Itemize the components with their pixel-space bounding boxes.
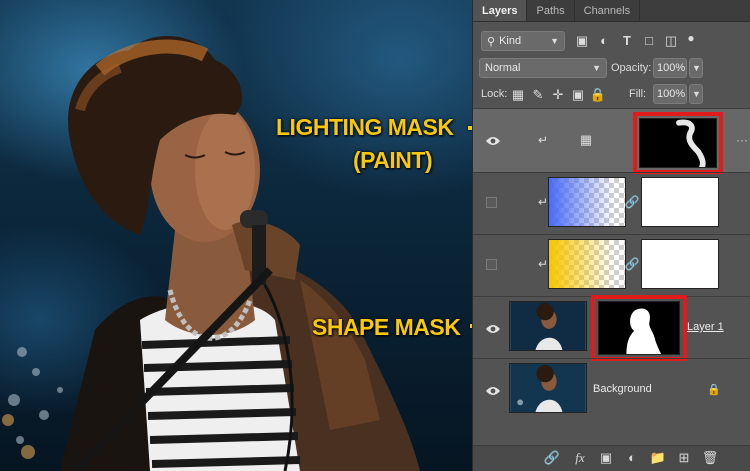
adjustment-layer-icon[interactable]: ◐ [623,450,641,465]
layers-list: ↵ ▦ ··· ↵ 🔗 ↵ 🔗 Layer 1 Background 🔒 [473,108,750,446]
layer-row-lighting-adjustment[interactable]: ↵ ▦ ··· [473,108,750,174]
fx-icon[interactable]: fx [571,450,589,466]
new-layer-icon[interactable]: ⊞ [675,450,693,466]
type-filter-icon[interactable]: T [618,32,636,50]
chevron-down-icon: ▼ [550,36,559,46]
lock-image-icon[interactable]: ✎ [529,86,547,104]
chevron-down-icon: ▼ [692,89,701,99]
layer-name[interactable]: Layer 1 [687,321,724,333]
fill-slider-button[interactable]: ▼ [689,84,703,104]
eye-icon[interactable] [485,135,501,147]
opacity-value: 100% [657,62,686,74]
yellow-gradient-mask-thumbnail[interactable] [641,239,719,289]
blend-mode-value: Normal [485,62,521,74]
chain-link-icon[interactable]: 🔗 [543,450,561,466]
shape-mask-thumbnail[interactable] [598,301,680,355]
search-icon: ⚲ [487,35,496,48]
yellow-gradient-thumbnail[interactable] [548,239,626,289]
trash-icon[interactable]: 🗑 [701,450,719,466]
lock-transparent-icon[interactable]: ▦ [509,86,527,104]
smart-object-filter-icon[interactable]: ◫ [662,32,680,50]
lock-position-icon[interactable]: ✛ [549,86,567,104]
blue-gradient-mask-thumbnail[interactable] [641,177,719,227]
opacity-label: Opacity: [611,62,652,74]
pixel-filter-icon[interactable]: ▣ [573,32,591,50]
tab-layers[interactable]: Layers [473,0,528,21]
chevron-down-icon: ▼ [592,63,601,73]
clipping-arrow-icon: ↵ [538,195,549,209]
shape-mask-label: SHAPE MASK [312,314,461,340]
tab-paths[interactable]: Paths [527,0,575,21]
lighting-mask-sublabel: (PAINT) [353,147,433,173]
lighting-mask-label: LIGHTING MASK [276,114,454,140]
shape-filter-icon[interactable]: □ [640,32,658,50]
lock-row: Lock: ▦ ✎ ✛ ▣ 🔒 Fill: 100% ▼ [473,82,750,108]
layer-row-background[interactable]: Background 🔒 [473,358,750,420]
lock-icon: 🔒 [707,384,721,396]
visibility-toggle[interactable] [486,197,497,208]
background-thumbnail[interactable] [509,363,587,413]
opacity-slider-button[interactable]: ▼ [689,58,703,78]
layers-panel: Layers Paths Channels ⚲ Kind ▼ ▣ ◐ T □ ◫… [472,0,750,471]
curves-adjustment-icon: ▦ [579,132,593,147]
fill-value: 100% [657,88,686,100]
folder-icon[interactable]: 📁 [649,450,667,466]
filter-kind-value: Kind [499,35,522,47]
eye-icon[interactable] [485,323,501,335]
fill-label: Fill: [629,88,647,100]
clipping-arrow-icon: ↵ [538,257,549,271]
layers-bottom-toolbar: 🔗 fx ▣ ◐ 📁 ⊞ 🗑 [473,445,750,471]
layer-row-yellow-gradient[interactable]: ↵ 🔗 [473,234,750,296]
layer-row-layer-1[interactable]: Layer 1 [473,295,750,361]
layer-name[interactable]: Background [593,383,652,395]
singer-illustration [2,36,420,471]
fill-input[interactable]: 100% [653,84,687,104]
adjustment-filter-icon[interactable]: ◐ [595,32,613,50]
more-icon[interactable]: ··· [736,133,748,147]
canvas-photo [0,0,472,471]
blue-gradient-thumbnail[interactable] [548,177,626,227]
chain-link-icon[interactable]: 🔗 [623,255,641,273]
add-mask-icon[interactable]: ▣ [597,450,615,466]
filter-kind-select[interactable]: ⚲ Kind ▼ [481,31,565,51]
panel-tabs: Layers Paths Channels [473,0,750,22]
opacity-input[interactable]: 100% [653,58,687,78]
filter-toggle-icon[interactable]: ● [682,29,700,47]
lock-all-icon[interactable]: 🔒 [589,86,607,104]
blend-mode-select[interactable]: Normal ▼ [479,58,607,78]
lock-label: Lock: [481,88,508,100]
chain-link-icon[interactable]: 🔗 [623,193,641,211]
blend-row: Normal ▼ Opacity: 100% ▼ [473,56,750,82]
tab-channels[interactable]: Channels [575,0,641,21]
eye-icon[interactable] [485,385,501,397]
clipping-arrow-icon: ↵ [538,133,549,147]
layer-row-blue-gradient[interactable]: ↵ 🔗 [473,172,750,234]
filter-row: ⚲ Kind ▼ ▣ ◐ T □ ◫ ● [473,28,750,54]
lock-artboard-icon[interactable]: ▣ [569,86,587,104]
lighting-mask-thumbnail[interactable] [639,118,717,168]
visibility-toggle[interactable] [486,259,497,270]
chevron-down-icon: ▼ [692,63,701,73]
layer-1-thumbnail[interactable] [509,301,587,351]
